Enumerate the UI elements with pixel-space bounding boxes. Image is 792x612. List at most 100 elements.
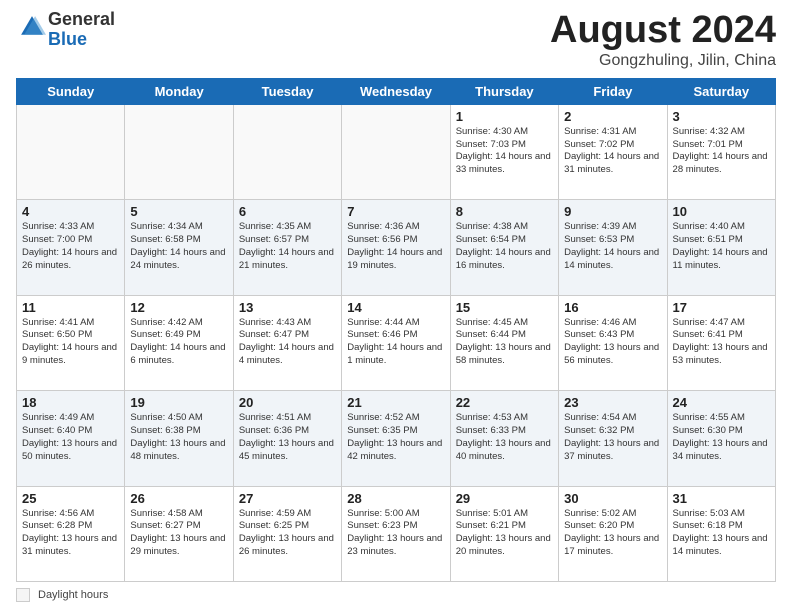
day-info: Sunrise: 4:55 AM Sunset: 6:30 PM Dayligh… <box>673 412 770 463</box>
calendar-cell: 11 Sunrise: 4:41 AM Sunset: 6:50 PM Dayli… <box>17 295 125 390</box>
day-number: 31 <box>673 491 770 506</box>
legend: Daylight hours <box>16 588 776 602</box>
calendar-cell: 2Sunrise: 4:31 AM Sunset: 7:02 PM Daylig… <box>559 104 667 199</box>
legend-box <box>16 588 30 602</box>
calendar-cell: 26Sunrise: 4:58 AM Sunset: 6:27 PM Dayli… <box>125 486 233 581</box>
calendar-cell: 5 Sunrise: 4:34 AM Sunset: 6:58 PM Daylig… <box>125 200 233 295</box>
calendar-cell: 23 Sunrise: 4:54 AM Sunset: 6:32 PM Dayli… <box>559 391 667 486</box>
calendar-cell: 21 Sunrise: 4:52 AM Sunset: 6:35 PM Dayli… <box>342 391 450 486</box>
calendar-cell: 24Sunrise: 4:55 AM Sunset: 6:30 PM Dayli… <box>667 391 775 486</box>
day-number: 22 <box>456 395 553 410</box>
calendar-cell: 4 Sunrise: 4:33 AM Sunset: 7:00 PM Daylig… <box>17 200 125 295</box>
day-info: Sunrise: 4:50 AM Sunset: 6:38 PM Dayligh… <box>130 412 227 463</box>
weekday-header-row: SundayMondayTuesdayWednesdayThursdayFrid… <box>17 78 776 104</box>
day-number: 27 <box>239 491 336 506</box>
day-info: Sunrise: 4:51 AM Sunset: 6:36 PM Dayligh… <box>239 412 336 463</box>
weekday-header: Sunday <box>17 78 125 104</box>
day-info: Sunrise: 4:32 AM Sunset: 7:01 PM Dayligh… <box>673 126 770 177</box>
day-number: 17 <box>673 300 770 315</box>
day-info: Sunrise: 4:38 AM Sunset: 6:54 PM Dayligh… <box>456 221 553 272</box>
day-info: Sunrise: 4:44 AM Sunset: 6:46 PM Dayligh… <box>347 317 444 368</box>
calendar-week-row: 18Sunrise: 4:49 AM Sunset: 6:40 PM Dayli… <box>17 391 776 486</box>
day-number: 1 <box>456 109 553 124</box>
day-number: 12 <box>130 300 227 315</box>
day-info: Sunrise: 4:45 AM Sunset: 6:44 PM Dayligh… <box>456 317 553 368</box>
day-info: Sunrise: 4:31 AM Sunset: 7:02 PM Dayligh… <box>564 126 661 177</box>
calendar-week-row: 25 Sunrise: 4:56 AM Sunset: 6:28 PM Dayli… <box>17 486 776 581</box>
day-number: 3 <box>673 109 770 124</box>
calendar-cell <box>233 104 341 199</box>
logo: General Blue <box>16 10 115 50</box>
calendar-cell: 10Sunrise: 4:40 AM Sunset: 6:51 PM Dayli… <box>667 200 775 295</box>
weekday-header: Tuesday <box>233 78 341 104</box>
calendar-cell: 12 Sunrise: 4:42 AM Sunset: 6:49 PM Dayli… <box>125 295 233 390</box>
weekday-header: Friday <box>559 78 667 104</box>
day-info: Sunrise: 4:49 AM Sunset: 6:40 PM Dayligh… <box>22 412 119 463</box>
calendar-cell: 1 Sunrise: 4:30 AM Sunset: 7:03 PM Daylig… <box>450 104 558 199</box>
calendar-week-row: 4 Sunrise: 4:33 AM Sunset: 7:00 PM Daylig… <box>17 200 776 295</box>
day-info: Sunrise: 4:39 AM Sunset: 6:53 PM Dayligh… <box>564 221 661 272</box>
calendar-cell: 25 Sunrise: 4:56 AM Sunset: 6:28 PM Dayli… <box>17 486 125 581</box>
title-block: August 2024 Gongzhuling, Jilin, China <box>550 10 776 70</box>
day-info: Sunrise: 4:30 AM Sunset: 7:03 PM Dayligh… <box>456 126 553 177</box>
day-info: Sunrise: 4:33 AM Sunset: 7:00 PM Dayligh… <box>22 221 119 272</box>
day-info: Sunrise: 5:03 AM Sunset: 6:18 PM Dayligh… <box>673 508 770 559</box>
day-info: Sunrise: 4:41 AM Sunset: 6:50 PM Dayligh… <box>22 317 119 368</box>
day-number: 29 <box>456 491 553 506</box>
day-info: Sunrise: 4:56 AM Sunset: 6:28 PM Dayligh… <box>22 508 119 559</box>
calendar-cell: 31 Sunrise: 5:03 AM Sunset: 6:18 PM Dayli… <box>667 486 775 581</box>
day-info: Sunrise: 4:34 AM Sunset: 6:58 PM Dayligh… <box>130 221 227 272</box>
logo-text: General Blue <box>48 10 115 50</box>
day-number: 16 <box>564 300 661 315</box>
calendar-cell: 20 Sunrise: 4:51 AM Sunset: 6:36 PM Dayli… <box>233 391 341 486</box>
day-number: 23 <box>564 395 661 410</box>
logo-icon <box>18 13 46 41</box>
day-info: Sunrise: 5:00 AM Sunset: 6:23 PM Dayligh… <box>347 508 444 559</box>
day-info: Sunrise: 4:52 AM Sunset: 6:35 PM Dayligh… <box>347 412 444 463</box>
calendar-cell: 18Sunrise: 4:49 AM Sunset: 6:40 PM Dayli… <box>17 391 125 486</box>
legend-label: Daylight hours <box>38 589 108 601</box>
calendar-cell: 6Sunrise: 4:35 AM Sunset: 6:57 PM Daylig… <box>233 200 341 295</box>
day-info: Sunrise: 4:59 AM Sunset: 6:25 PM Dayligh… <box>239 508 336 559</box>
day-number: 14 <box>347 300 444 315</box>
calendar-cell: 3 Sunrise: 4:32 AM Sunset: 7:01 PM Daylig… <box>667 104 775 199</box>
day-number: 4 <box>22 204 119 219</box>
day-number: 30 <box>564 491 661 506</box>
calendar-cell: 7Sunrise: 4:36 AM Sunset: 6:56 PM Daylig… <box>342 200 450 295</box>
calendar-cell: 14 Sunrise: 4:44 AM Sunset: 6:46 PM Dayli… <box>342 295 450 390</box>
calendar-cell: 15Sunrise: 4:45 AM Sunset: 6:44 PM Dayli… <box>450 295 558 390</box>
calendar-cell: 8 Sunrise: 4:38 AM Sunset: 6:54 PM Daylig… <box>450 200 558 295</box>
day-info: Sunrise: 4:42 AM Sunset: 6:49 PM Dayligh… <box>130 317 227 368</box>
day-number: 20 <box>239 395 336 410</box>
day-info: Sunrise: 4:47 AM Sunset: 6:41 PM Dayligh… <box>673 317 770 368</box>
subtitle: Gongzhuling, Jilin, China <box>550 52 776 70</box>
calendar-table: SundayMondayTuesdayWednesdayThursdayFrid… <box>16 78 776 582</box>
calendar-cell: 17 Sunrise: 4:47 AM Sunset: 6:41 PM Dayli… <box>667 295 775 390</box>
calendar-week-row: 1 Sunrise: 4:30 AM Sunset: 7:03 PM Daylig… <box>17 104 776 199</box>
day-info: Sunrise: 4:54 AM Sunset: 6:32 PM Dayligh… <box>564 412 661 463</box>
calendar-cell: 28 Sunrise: 5:00 AM Sunset: 6:23 PM Dayli… <box>342 486 450 581</box>
day-number: 9 <box>564 204 661 219</box>
calendar-week-row: 11 Sunrise: 4:41 AM Sunset: 6:50 PM Dayli… <box>17 295 776 390</box>
calendar-cell: 29 Sunrise: 5:01 AM Sunset: 6:21 PM Dayli… <box>450 486 558 581</box>
day-number: 8 <box>456 204 553 219</box>
calendar-cell: 22Sunrise: 4:53 AM Sunset: 6:33 PM Dayli… <box>450 391 558 486</box>
day-info: Sunrise: 5:02 AM Sunset: 6:20 PM Dayligh… <box>564 508 661 559</box>
day-number: 19 <box>130 395 227 410</box>
day-info: Sunrise: 4:40 AM Sunset: 6:51 PM Dayligh… <box>673 221 770 272</box>
day-number: 28 <box>347 491 444 506</box>
weekday-header: Saturday <box>667 78 775 104</box>
day-number: 21 <box>347 395 444 410</box>
calendar-cell: 19 Sunrise: 4:50 AM Sunset: 6:38 PM Dayli… <box>125 391 233 486</box>
calendar-cell <box>342 104 450 199</box>
day-number: 25 <box>22 491 119 506</box>
day-info: Sunrise: 5:01 AM Sunset: 6:21 PM Dayligh… <box>456 508 553 559</box>
day-number: 7 <box>347 204 444 219</box>
header: General Blue August 2024 Gongzhuling, Ji… <box>16 10 776 70</box>
day-info: Sunrise: 4:58 AM Sunset: 6:27 PM Dayligh… <box>130 508 227 559</box>
day-info: Sunrise: 4:43 AM Sunset: 6:47 PM Dayligh… <box>239 317 336 368</box>
day-number: 5 <box>130 204 227 219</box>
day-number: 11 <box>22 300 119 315</box>
weekday-header: Monday <box>125 78 233 104</box>
weekday-header: Wednesday <box>342 78 450 104</box>
